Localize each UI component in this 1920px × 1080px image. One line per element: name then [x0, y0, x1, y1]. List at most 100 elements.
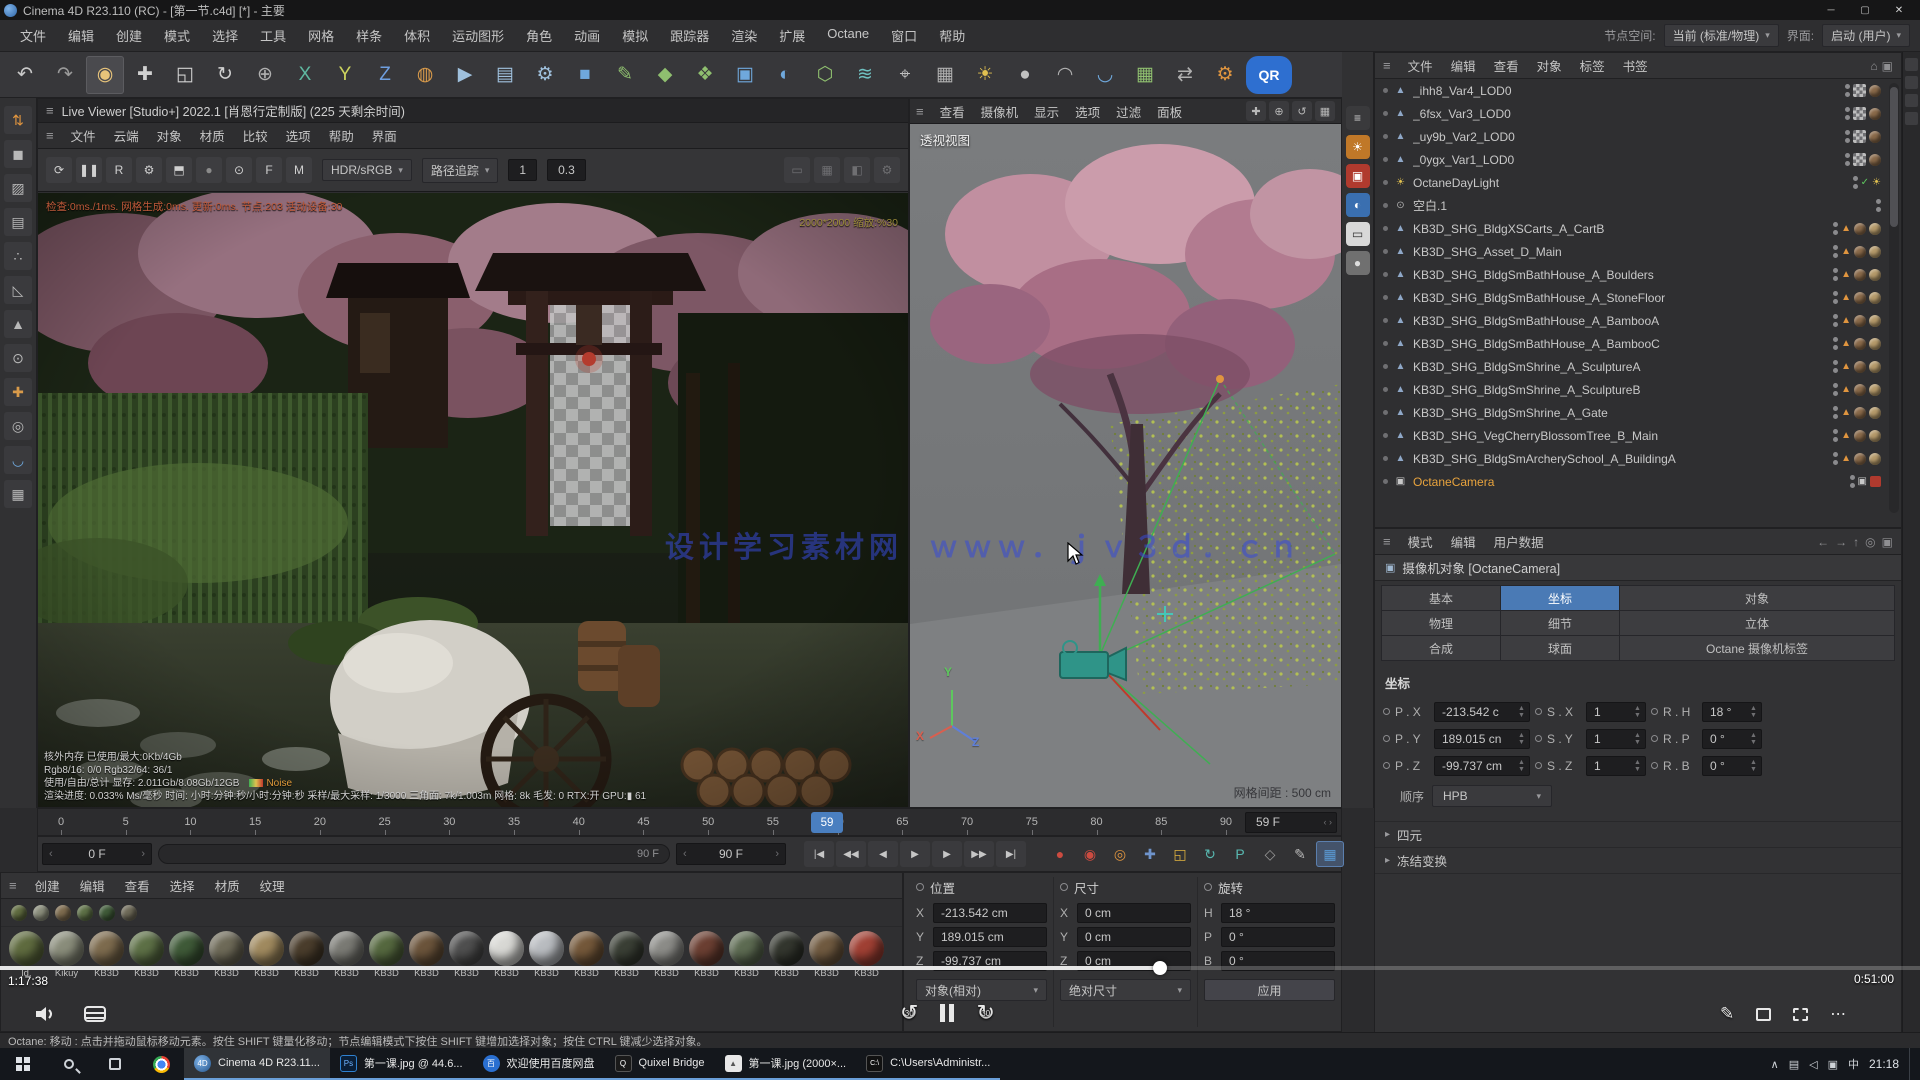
hierarchy-dot-icon[interactable]	[1383, 111, 1388, 116]
keyframe-dot-icon[interactable]	[1383, 735, 1390, 742]
viewport-scene[interactable]: 透视视图 网格间距 : 500 cm Y Z X	[910, 124, 1341, 807]
material-item[interactable]: KB3D	[807, 931, 846, 979]
live-viewer-menu-item[interactable]: 对象	[148, 123, 191, 148]
primitive-cube-icon[interactable]: ■	[566, 56, 604, 94]
attr-up-icon[interactable]: ↑	[1853, 535, 1859, 549]
light-icon[interactable]: ☀	[966, 56, 1004, 94]
x-axis-lock-icon[interactable]: X	[286, 56, 324, 94]
minimize-button[interactable]: ─	[1814, 1, 1848, 19]
hierarchy-dot-icon[interactable]	[1383, 157, 1388, 162]
render-settings-icon[interactable]: ⚙	[526, 56, 564, 94]
last-tool-icon[interactable]: ⊕	[246, 56, 284, 94]
range-start-field[interactable]: ‹0 F›	[42, 843, 152, 865]
menubar-item[interactable]: 模拟	[612, 22, 658, 49]
tray-message-icon[interactable]: ▣	[1828, 1058, 1838, 1071]
stepper-icon[interactable]	[1517, 759, 1526, 773]
protection-tag-icon[interactable]	[1870, 476, 1881, 487]
tray-network-icon[interactable]: ▤	[1789, 1058, 1799, 1071]
material-tag-icon[interactable]	[1854, 338, 1866, 350]
side-tab-icon[interactable]	[1905, 112, 1918, 125]
key-rotation-icon[interactable]: ↻	[1196, 841, 1224, 867]
close-button[interactable]: ✕	[1882, 1, 1916, 19]
warning-tag-icon[interactable]: ▲	[1841, 293, 1851, 303]
camera-icon[interactable]: ▦	[926, 56, 964, 94]
goto-start-icon[interactable]: |◀	[804, 841, 834, 867]
prev-key-icon[interactable]: ◀◀	[836, 841, 866, 867]
tweak-mode-icon[interactable]: ⊙	[4, 344, 32, 372]
visibility-dots-icon[interactable]	[1845, 107, 1850, 121]
attr-forward-icon[interactable]: →	[1835, 535, 1847, 549]
panel-menu-icon[interactable]: ≡	[46, 103, 54, 118]
object-row[interactable]: KB3D_SHG_BldgSmShrine_A_SculptureA ✓ ☀ ▲…	[1375, 355, 1887, 378]
menubar-item[interactable]: 创建	[106, 22, 152, 49]
octane-qr-button[interactable]: QR	[1246, 56, 1292, 94]
material-item[interactable]: KB3D	[647, 931, 686, 979]
menubar-item[interactable]: 跟踪器	[660, 22, 719, 49]
material-tag-icon[interactable]	[1869, 430, 1881, 442]
material-item[interactable]: KB3D	[127, 931, 166, 979]
fcurve-table-icon[interactable]: ▦	[1316, 841, 1344, 867]
keyframe-selection-icon[interactable]: ◎	[1106, 841, 1134, 867]
live-viewer-menu-item[interactable]: 云端	[105, 123, 148, 148]
fullscreen-icon[interactable]	[1793, 1008, 1808, 1021]
mini-material-icon[interactable]	[99, 905, 115, 921]
object-manager-menu-item[interactable]: 文件	[1399, 53, 1442, 78]
viewport-solo-icon[interactable]: ◎	[4, 412, 32, 440]
octane-render-view[interactable]: 检查:0ms./1ms. 网格生成:0ms. 更新:0ms. 节点:203 活动…	[38, 193, 908, 807]
tracker-icon[interactable]: ⌖	[886, 56, 924, 94]
stepper-right-icon[interactable]: ›	[141, 848, 145, 860]
side-tab-icon[interactable]	[1905, 94, 1918, 107]
material-item[interactable]: KB3D	[87, 931, 126, 979]
material-tag-icon[interactable]	[1869, 108, 1881, 120]
menubar-item[interactable]: 文件	[10, 22, 56, 49]
material-tag-icon[interactable]	[1854, 453, 1866, 465]
node-space-select[interactable]: 当前 (标准/物理)▾	[1664, 24, 1779, 47]
hierarchy-dot-icon[interactable]	[1383, 226, 1388, 231]
om-lock-icon[interactable]: ▣	[1882, 59, 1893, 73]
edges-mode-icon[interactable]: ◺	[4, 276, 32, 304]
s-field[interactable]: 1	[1586, 729, 1646, 749]
layer-tag-icon[interactable]	[1853, 153, 1866, 166]
kernel-settings-icon[interactable]: ⚙	[136, 157, 162, 183]
maximize-button[interactable]: ▢	[1848, 1, 1882, 19]
menubar-item[interactable]: 网格	[298, 22, 344, 49]
material-item[interactable]: KB3D	[247, 931, 286, 979]
viewport-menu-item[interactable]: 显示	[1026, 99, 1067, 124]
simulate-icon[interactable]: ≋	[846, 56, 884, 94]
make-editable-icon[interactable]: ⇅	[4, 106, 32, 134]
material-menu-item[interactable]: 编辑	[70, 873, 115, 898]
stepper-left-icon[interactable]: ‹	[49, 848, 53, 860]
warning-tag-icon[interactable]: ▲	[1841, 362, 1851, 372]
s-field[interactable]: 1	[1586, 756, 1646, 776]
key-pla-icon[interactable]: ◇	[1256, 841, 1284, 867]
object-row[interactable]: _0ygx_Var1_LOD0 ✓ ☀ ▲ ▣	[1375, 148, 1887, 171]
view-zoom-icon[interactable]: ⊕	[1269, 101, 1289, 121]
visibility-dots-icon[interactable]	[1833, 383, 1838, 397]
taskbar-app-button[interactable]: C:\ C:\Users\Administr...	[856, 1048, 1000, 1080]
material-tag-icon[interactable]	[1854, 361, 1866, 373]
size-mode-select[interactable]: 绝对尺寸▾	[1060, 979, 1191, 1001]
attribute-menu-item[interactable]: 模式	[1399, 529, 1442, 554]
points-mode-icon[interactable]: ∴	[4, 242, 32, 270]
panel-menu-icon[interactable]: ≡	[1383, 58, 1391, 73]
apply-button[interactable]: 应用	[1204, 979, 1335, 1001]
size-field[interactable]: 0 cm	[1077, 927, 1191, 947]
key-parameter-icon[interactable]: P	[1226, 841, 1254, 867]
warning-tag-icon[interactable]: ▲	[1841, 431, 1851, 441]
menubar-item[interactable]: 编辑	[58, 22, 104, 49]
warning-tag-icon[interactable]: ▲	[1841, 454, 1851, 464]
material-item[interactable]: KB3D	[407, 931, 446, 979]
snapping-icon[interactable]: ◡	[4, 446, 32, 474]
light-tag-icon[interactable]: ☀	[1872, 178, 1881, 188]
start-button[interactable]	[0, 1048, 46, 1080]
more-options-icon[interactable]: ⋯	[1830, 1004, 1847, 1024]
warning-tag-icon[interactable]: ▲	[1841, 408, 1851, 418]
taskbar-app-button[interactable]: 百 欢迎使用百度网盘	[473, 1048, 605, 1080]
octane-camera-icon[interactable]: ▣	[1346, 164, 1370, 188]
hierarchy-dot-icon[interactable]	[1383, 364, 1388, 369]
samples-field[interactable]: 1	[508, 159, 537, 181]
warning-tag-icon[interactable]: ▲	[1841, 247, 1851, 257]
kernel-select[interactable]: 路径追踪▾	[422, 158, 499, 183]
pause-button[interactable]	[940, 1004, 954, 1022]
viewport-menu-item[interactable]: 过滤	[1108, 99, 1149, 124]
